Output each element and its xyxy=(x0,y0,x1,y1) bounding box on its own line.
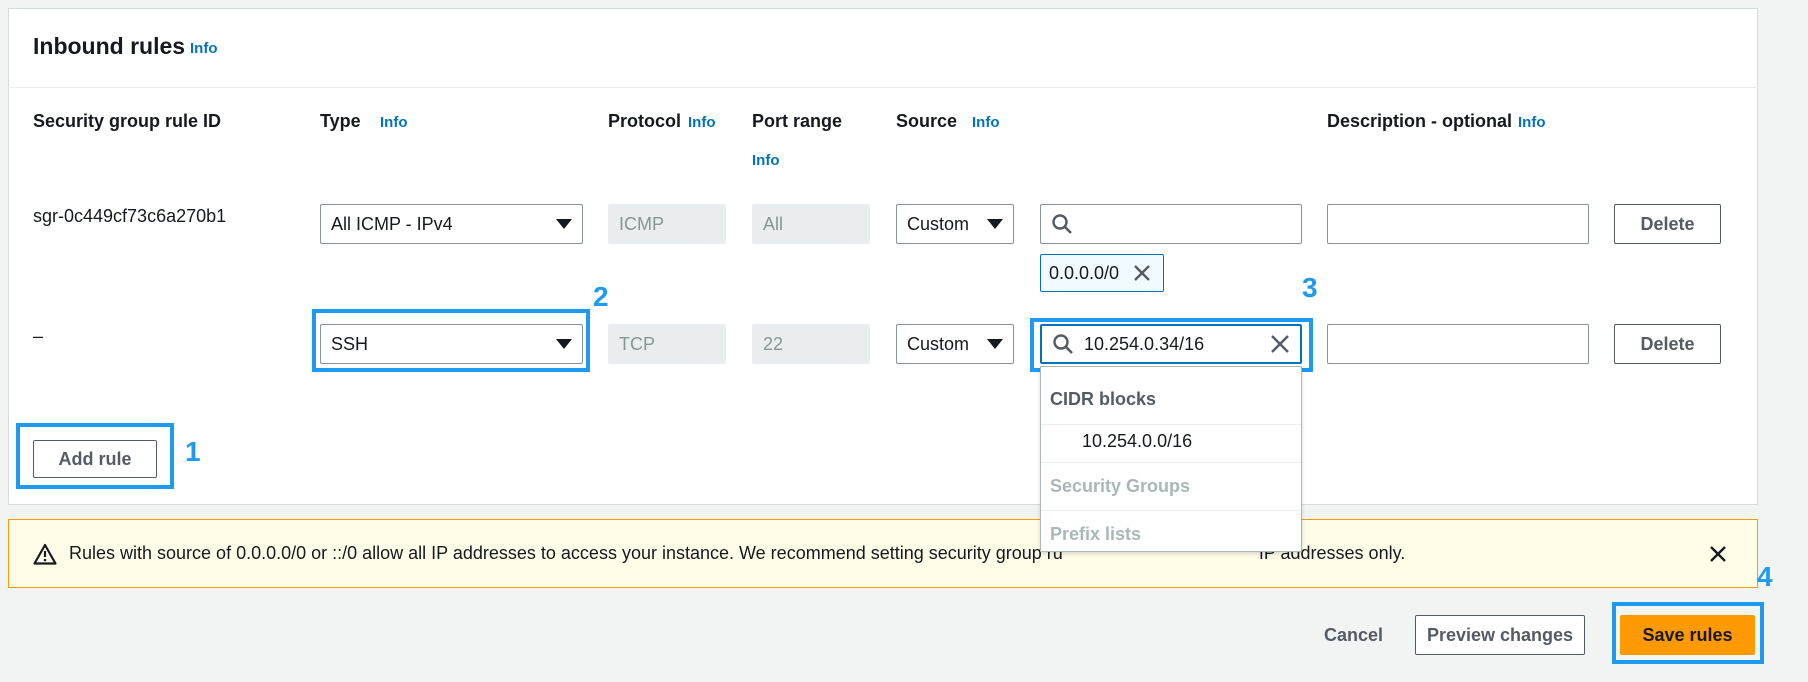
dismiss-warning-icon[interactable] xyxy=(1709,545,1727,563)
row2-rule-id: – xyxy=(33,326,44,346)
inbound-rules-panel xyxy=(8,8,1758,505)
cancel-button[interactable]: Cancel xyxy=(1324,625,1383,646)
row2-type-select[interactable]: SSH xyxy=(320,324,583,364)
clear-icon[interactable] xyxy=(1270,334,1290,354)
close-icon[interactable] xyxy=(1133,264,1151,282)
caret-down-icon xyxy=(987,219,1003,229)
col-source-info[interactable]: Info xyxy=(972,114,1000,131)
section-title: Inbound rules xyxy=(33,33,186,59)
warning-icon xyxy=(33,543,57,565)
row1-token-label: 0.0.0.0/0 xyxy=(1049,262,1120,283)
col-port-range: Port range xyxy=(752,111,843,131)
dropdown-group-cidr: CIDR blocks xyxy=(1050,389,1157,409)
annotation-3: 3 xyxy=(1302,272,1318,303)
add-rule-button[interactable]: Add rule xyxy=(33,440,157,478)
col-port-info[interactable]: Info xyxy=(752,152,780,169)
dropdown-divider xyxy=(1041,462,1301,463)
row2-source-search[interactable]: 10.254.0.34/16 xyxy=(1040,324,1302,364)
col-description: Description - optional xyxy=(1327,111,1513,131)
row2-delete-button[interactable]: Delete xyxy=(1614,324,1721,364)
row1-source-select[interactable]: Custom xyxy=(896,204,1014,244)
dropdown-group-security-groups[interactable]: Security Groups xyxy=(1050,476,1190,497)
save-rules-button[interactable]: Save rules xyxy=(1620,615,1755,655)
row2-port-range: 22 xyxy=(752,324,870,364)
row2-protocol: TCP xyxy=(608,324,726,364)
row1-source-token: 0.0.0.0/0 xyxy=(1040,254,1164,292)
annotation-1: 1 xyxy=(185,436,201,467)
dropdown-option-cidr[interactable]: 10.254.0.0/16 xyxy=(1082,431,1192,452)
row2-source-search-value: 10.254.0.34/16 xyxy=(1084,333,1205,354)
annotation-2: 2 xyxy=(593,281,609,312)
row1-delete-button[interactable]: Delete xyxy=(1614,204,1721,244)
row1-port-range: All xyxy=(752,204,870,244)
dropdown-group-prefix-lists[interactable]: Prefix lists xyxy=(1050,524,1141,545)
row1-source-value: Custom xyxy=(907,213,970,234)
row2-source-value: Custom xyxy=(907,333,970,354)
row2-source-select[interactable]: Custom xyxy=(896,324,1014,364)
row1-rule-id: sgr-0c449cf73c6a270b1 xyxy=(33,206,227,226)
row2-description-input[interactable] xyxy=(1327,324,1589,364)
source-dropdown: CIDR blocks 10.254.0.0/16 Security Group… xyxy=(1040,366,1302,552)
dropdown-divider xyxy=(1041,424,1301,425)
section-divider xyxy=(8,87,1758,88)
section-info-link[interactable]: Info xyxy=(190,40,218,57)
col-protocol: Protocol xyxy=(608,111,682,131)
col-source: Source xyxy=(896,111,958,131)
row1-source-search[interactable] xyxy=(1040,204,1302,244)
search-icon xyxy=(1052,214,1072,234)
col-description-info[interactable]: Info xyxy=(1518,114,1546,131)
warning-text-start: Rules with source of 0.0.0.0/0 or ::/0 a… xyxy=(69,543,1063,563)
row1-type-select[interactable]: All ICMP - IPv4 xyxy=(320,204,583,244)
col-rule-id: Security group rule ID xyxy=(33,111,222,131)
caret-down-icon xyxy=(556,339,572,349)
col-type-info[interactable]: Info xyxy=(380,114,408,131)
col-protocol-info[interactable]: Info xyxy=(688,114,716,131)
caret-down-icon xyxy=(987,339,1003,349)
preview-changes-button[interactable]: Preview changes xyxy=(1415,615,1585,655)
annotation-4: 4 xyxy=(1757,561,1773,592)
warning-banner: Rules with source of 0.0.0.0/0 or ::/0 a… xyxy=(8,519,1758,588)
row1-description-input[interactable] xyxy=(1327,204,1589,244)
row1-protocol: ICMP xyxy=(608,204,726,244)
dropdown-divider xyxy=(1041,510,1301,511)
search-icon xyxy=(1053,334,1073,354)
row2-type-value: SSH xyxy=(331,333,369,354)
row1-type-value: All ICMP - IPv4 xyxy=(331,213,453,234)
col-type: Type xyxy=(320,111,361,131)
caret-down-icon xyxy=(556,219,572,229)
